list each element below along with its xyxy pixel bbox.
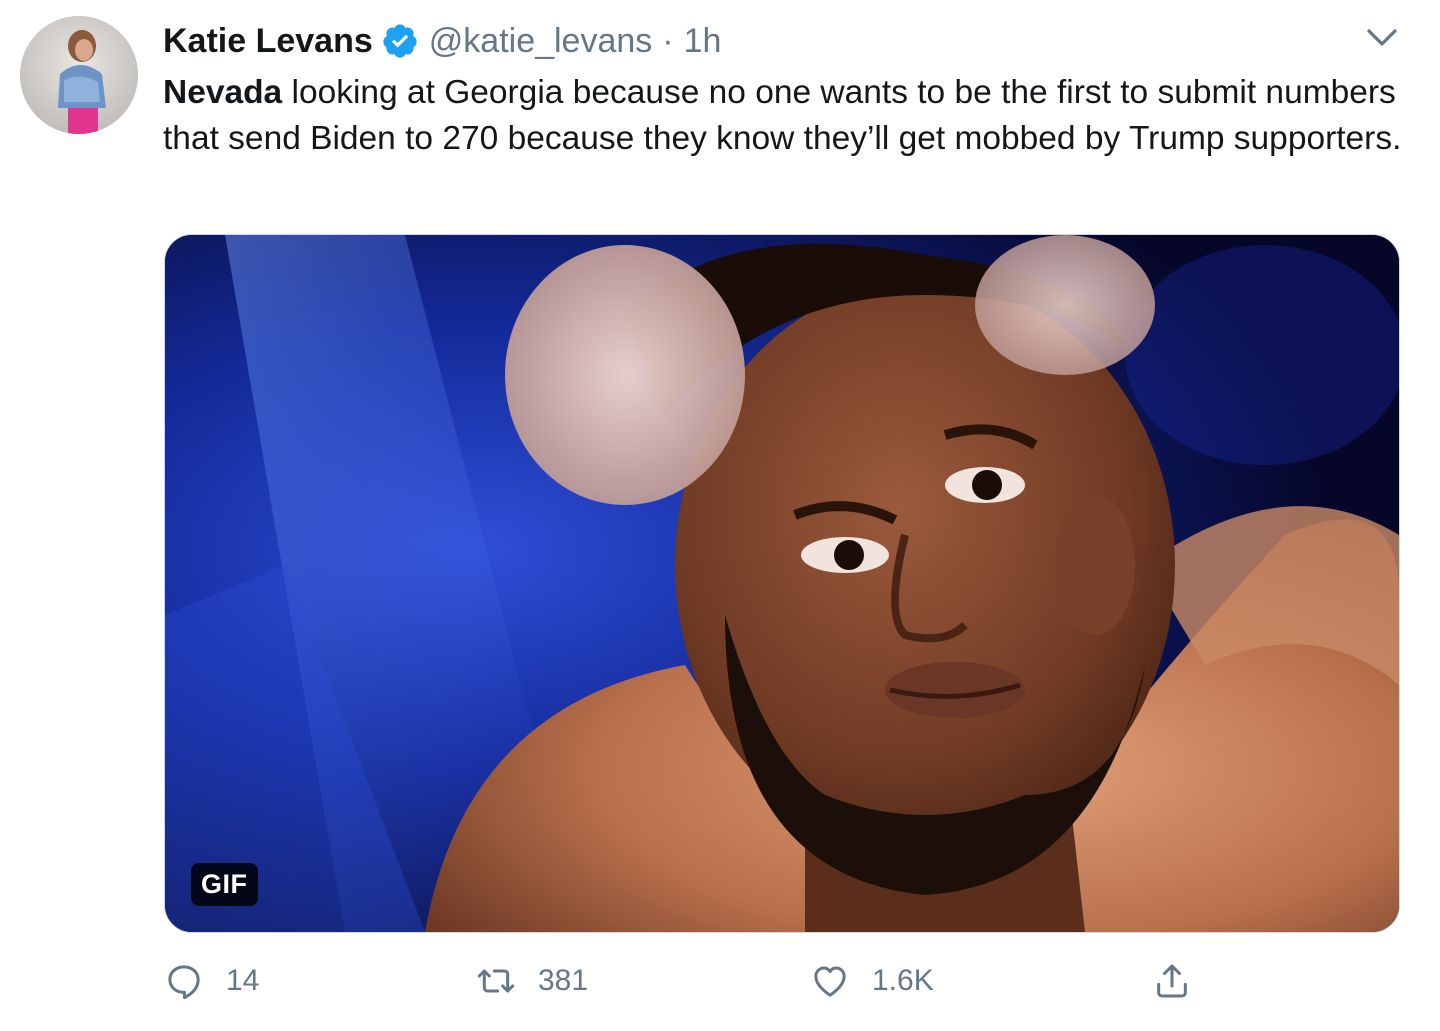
reply-button[interactable]: 14 bbox=[164, 956, 259, 1006]
handle[interactable]: @katie_levans bbox=[429, 22, 653, 61]
like-count: 1.6K bbox=[872, 964, 934, 997]
gif-frame-image bbox=[165, 235, 1399, 932]
avatar[interactable] bbox=[20, 16, 138, 134]
reply-icon bbox=[168, 965, 200, 1000]
gif-media[interactable]: GIF bbox=[164, 234, 1400, 933]
display-name[interactable]: Katie Levans bbox=[163, 22, 373, 61]
tweet-text-bold: Nevada bbox=[163, 74, 283, 111]
verified-badge-icon bbox=[381, 22, 419, 60]
tweet-text-body: looking at Georgia because no one wants … bbox=[163, 74, 1402, 157]
tweet-actions: 14 381 1.6K bbox=[164, 956, 1404, 1006]
retweet-icon bbox=[477, 969, 515, 993]
tweet: Katie Levans @katie_levans · 1h Nevada l… bbox=[0, 0, 1440, 1031]
gif-badge: GIF bbox=[191, 863, 258, 906]
share-button[interactable] bbox=[1152, 956, 1192, 1006]
retweet-count: 381 bbox=[538, 964, 589, 997]
retweet-button[interactable]: 381 bbox=[476, 956, 588, 1006]
heart-icon bbox=[814, 966, 846, 997]
avatar-image bbox=[20, 16, 138, 134]
tweet-text: Nevada looking at Georgia because no one… bbox=[163, 70, 1413, 162]
reply-count: 14 bbox=[226, 964, 260, 997]
tweet-header: Katie Levans @katie_levans · 1h bbox=[163, 18, 721, 64]
share-icon bbox=[1157, 964, 1187, 998]
chevron-down-icon[interactable] bbox=[1364, 22, 1400, 52]
like-button[interactable]: 1.6K bbox=[810, 956, 934, 1006]
separator: · bbox=[662, 21, 674, 60]
timestamp[interactable]: 1h bbox=[684, 22, 722, 61]
